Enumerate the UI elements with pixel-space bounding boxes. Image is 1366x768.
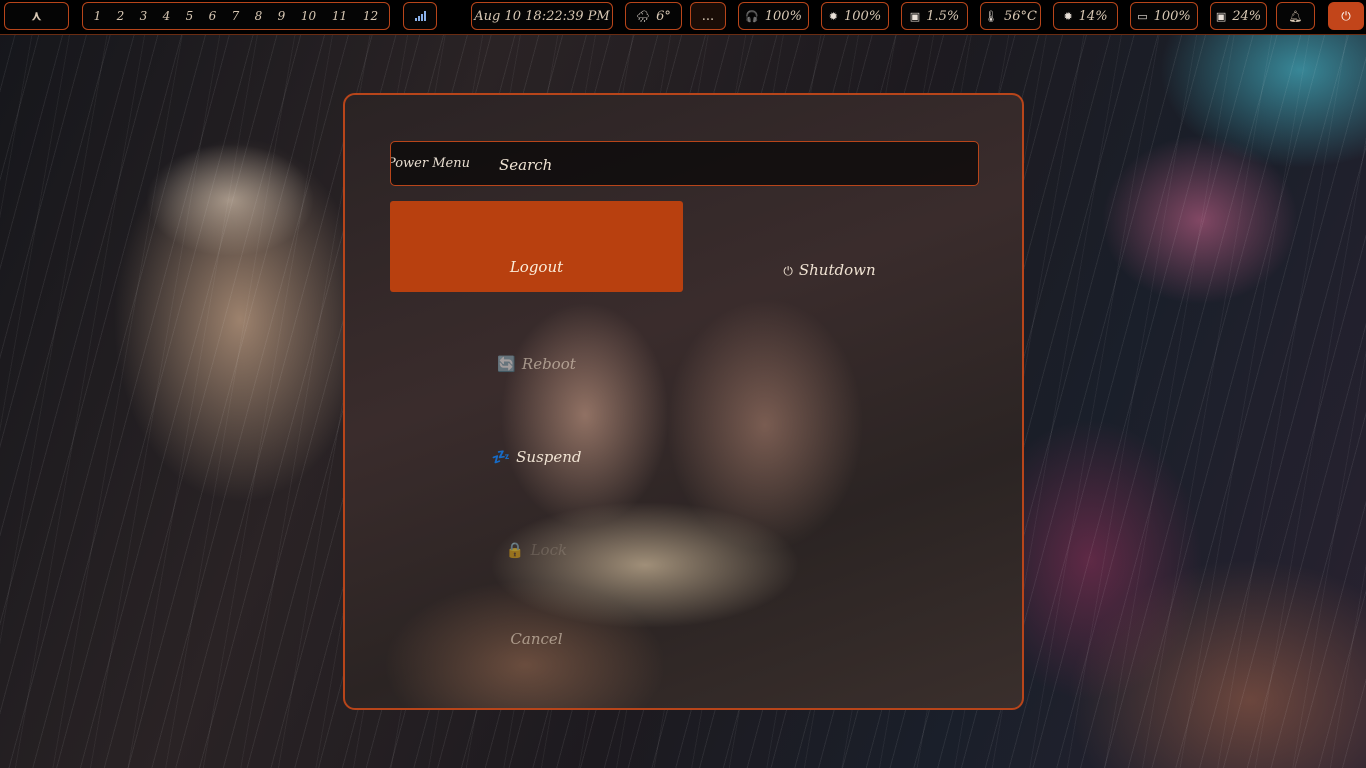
thermometer-icon: 🌡	[984, 9, 998, 23]
workspace-2[interactable]: 2	[109, 9, 132, 23]
workspace-switcher: 1 2 3 4 5 6 7 8 9 10 11 12	[82, 2, 390, 30]
entry-shutdown[interactable]: ⏻ Shutdown	[683, 201, 976, 292]
workspace-12[interactable]: 12	[355, 9, 386, 23]
disk-value: 24%	[1232, 8, 1262, 24]
prompt-label: Power Menu	[391, 142, 481, 185]
top-bar: ⋏ 1 2 3 4 5 6 7 8 9 10 11 12 Aug 10 18:22:39 PM 🌧 6…	[0, 0, 1366, 35]
temperature-value: 56°C	[1003, 8, 1037, 24]
power-icon: ⏻	[1341, 8, 1351, 23]
cpu-icon: ▣	[909, 9, 921, 23]
disk-widget[interactable]: ▣ 24%	[1210, 2, 1267, 30]
brightness-widget[interactable]: ✹ 100%	[821, 2, 889, 30]
weather-widget[interactable]: 🌧 6°	[625, 2, 682, 30]
workspace-3[interactable]: 3	[132, 9, 155, 23]
search-bar[interactable]: Power Menu	[390, 141, 979, 186]
battery-widget[interactable]: ▭ 100%	[1130, 2, 1198, 30]
power-button[interactable]: ⏻	[1328, 2, 1364, 30]
workspace-5[interactable]: 5	[178, 9, 201, 23]
brightness-value: 100%	[844, 8, 882, 24]
memory-value: 14%	[1078, 8, 1108, 24]
disk-icon: ▣	[1215, 9, 1227, 23]
weather-value: 6°	[656, 8, 671, 24]
tray-label: ...	[701, 8, 715, 24]
entry-label: Lock	[530, 541, 568, 559]
tray-expand-button[interactable]: ...	[690, 2, 726, 30]
network-button[interactable]	[403, 2, 437, 30]
entry-label: Cancel	[510, 630, 563, 648]
headphones-icon: 🎧	[745, 9, 759, 23]
entry-label: Suspend	[516, 448, 582, 466]
battery-value: 100%	[1153, 8, 1191, 24]
power-icon: ⏻	[783, 264, 793, 278]
sun-icon: ✹	[828, 9, 839, 23]
clock-text: Aug 10 18:22:39 PM	[474, 8, 610, 24]
prompt-text: Power Menu	[391, 156, 470, 171]
rain-cloud-icon: 🌧	[636, 9, 651, 23]
workspace-7[interactable]: 7	[224, 9, 247, 23]
entry-suspend[interactable]: 💤 Suspend	[390, 386, 683, 477]
workspace-10[interactable]: 10	[293, 9, 324, 23]
bell-icon: 🔔︎	[1288, 9, 1303, 23]
cpu-value: 1.5%	[926, 8, 960, 24]
temperature-widget[interactable]: 🌡 56°C	[980, 2, 1041, 30]
entry-label: Reboot	[521, 355, 576, 373]
headphones-value: 100%	[764, 8, 802, 24]
sleep-icon: 💤	[491, 448, 511, 466]
workspace-1[interactable]: 1	[86, 9, 109, 23]
workspace-6[interactable]: 6	[201, 9, 224, 23]
cpu-widget[interactable]: ▣ 1.5%	[901, 2, 968, 30]
entry-logout[interactable]: Logout	[390, 201, 683, 292]
headphones-widget[interactable]: 🎧 100%	[738, 2, 809, 30]
launcher-button[interactable]: ⋏	[4, 2, 69, 30]
entry-cancel[interactable]: Cancel	[390, 572, 683, 663]
entry-label: Logout	[509, 258, 564, 276]
clock[interactable]: Aug 10 18:22:39 PM	[471, 2, 613, 30]
entry-reboot[interactable]: 🔄 Reboot	[390, 293, 683, 384]
entry-label: Shutdown	[798, 261, 876, 279]
memory-icon: ✹	[1063, 9, 1073, 23]
workspace-4[interactable]: 4	[155, 9, 178, 23]
power-menu-window: Power Menu Logout ⏻ Shutdown 🔄 Reboot 💤 …	[343, 93, 1024, 710]
workspace-11[interactable]: 11	[324, 9, 355, 23]
signal-bars-icon	[414, 11, 426, 21]
battery-icon: ▭	[1137, 9, 1148, 23]
arch-icon: ⋏	[31, 8, 42, 24]
lock-icon: 🔒	[505, 541, 525, 559]
search-input[interactable]	[497, 149, 971, 180]
workspace-8[interactable]: 8	[247, 9, 270, 23]
entry-lock[interactable]: 🔒 Lock	[390, 479, 683, 570]
notification-button[interactable]: 🔔︎	[1276, 2, 1315, 30]
workspace-9[interactable]: 9	[270, 9, 293, 23]
reboot-icon: 🔄	[497, 355, 516, 373]
memory-widget[interactable]: ✹ 14%	[1053, 2, 1118, 30]
